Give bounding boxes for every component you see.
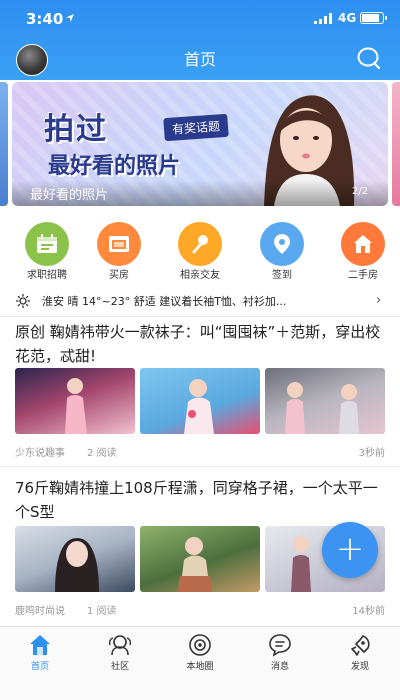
banner-subheading: 最好看的照片 xyxy=(48,154,181,179)
page-title: 首页 xyxy=(183,50,216,69)
category-label: 签到 xyxy=(272,270,292,281)
article-thumbnail xyxy=(15,526,135,592)
category-label: 求职招聘 xyxy=(27,270,67,281)
weather-bar[interactable]: 淮安 晴 14°~23° 舒适 建议着长袖T恤、衬衫加... › xyxy=(0,290,400,312)
tab-discover[interactable]: 发现 xyxy=(320,631,400,672)
banner-carousel[interactable]: 拍过 有奖话题 最好看的照片 最好看的照片 2/2 xyxy=(12,82,388,206)
banner-index: 2/2 xyxy=(352,186,369,197)
article-reads: 1 阅读 xyxy=(87,606,117,617)
category-label: 买房 xyxy=(109,270,129,281)
article-thumbnail xyxy=(15,368,135,434)
discover-icon xyxy=(351,635,370,656)
microphone-icon xyxy=(178,222,222,266)
tab-label: 首页 xyxy=(30,662,49,672)
tab-messages[interactable]: 消息 xyxy=(240,631,320,672)
article-reads: 2 阅读 xyxy=(87,448,117,459)
weather-text: 淮安 晴 14°~23° 舒适 建议着长袖T恤、衬衫加... xyxy=(42,295,287,308)
article-title[interactable]: 76斤鞠婧祎撞上108斤程潇，同穿格子裙，一个太平一个S型 xyxy=(15,476,385,524)
location-pin-icon xyxy=(260,222,304,266)
divider xyxy=(0,316,400,317)
calendar-icon xyxy=(25,222,69,266)
app-screen: 3:40 4G 首页 拍过 有奖话题 最好看的照片 最好看的照片 2/2 求职招… xyxy=(0,0,400,700)
category-buy-house[interactable]: 买房 xyxy=(84,222,154,282)
category-job[interactable]: 求职招聘 xyxy=(12,222,82,282)
chat-bubble-icon[interactable] xyxy=(356,46,382,70)
article-thumbnail xyxy=(140,526,260,592)
divider xyxy=(0,466,400,467)
category-grid: 求职招聘 买房 相亲交友 签到 二手房 xyxy=(0,222,400,282)
article-thumbnails[interactable] xyxy=(15,368,385,434)
house-icon xyxy=(341,222,385,266)
home-icon xyxy=(30,635,50,655)
signal-icon xyxy=(314,13,332,24)
banner-caption: 最好看的照片 xyxy=(30,188,109,203)
tab-label: 本地圈 xyxy=(186,662,214,672)
banner-heading: 拍过 xyxy=(44,112,108,147)
tab-label: 发现 xyxy=(350,662,369,672)
article-source: 少东说趣事 xyxy=(15,448,65,459)
bottom-tab-bar: 首页 社区 本地圈 消息 发现 xyxy=(0,626,400,700)
banner-prev-peek[interactable] xyxy=(0,82,8,206)
status-time: 3:40 xyxy=(26,10,64,28)
category-checkin[interactable]: 签到 xyxy=(247,222,317,282)
tab-home[interactable]: 首页 xyxy=(0,631,80,672)
tab-local-circle[interactable]: 本地圈 xyxy=(160,631,240,672)
battery-icon xyxy=(360,12,387,24)
sun-icon xyxy=(16,294,30,308)
category-dating[interactable]: 相亲交友 xyxy=(165,222,235,282)
location-arrow-icon xyxy=(66,14,74,22)
category-second-hand-house[interactable]: 二手房 xyxy=(328,222,398,282)
article-time: 3秒前 xyxy=(358,448,385,459)
local-circle-icon xyxy=(189,634,211,656)
house-sign-icon xyxy=(97,222,141,266)
chevron-right-icon: › xyxy=(376,293,382,308)
article-thumbnail xyxy=(140,368,260,434)
add-post-button[interactable]: + xyxy=(322,522,378,578)
category-label: 相亲交友 xyxy=(180,270,220,281)
header: 3:40 4G 首页 xyxy=(0,0,400,80)
tab-community[interactable]: 社区 xyxy=(80,631,160,672)
banner-next-peek[interactable] xyxy=(392,82,400,206)
status-bar: 3:40 4G xyxy=(0,0,400,36)
message-icon xyxy=(269,634,291,657)
network-label: 4G xyxy=(338,11,357,25)
article-source: 鹿鸣时尚说 xyxy=(15,606,65,617)
tab-label: 社区 xyxy=(110,662,129,672)
article-thumbnail xyxy=(265,368,385,434)
category-label: 二手房 xyxy=(348,270,378,281)
article-title[interactable]: 原创 鞠婧祎带火一款袜子：叫“囤囤袜”＋范斯，穿出校花范，忒甜! xyxy=(15,320,385,368)
article-time: 14秒前 xyxy=(352,606,385,617)
banner-tag: 有奖话题 xyxy=(163,113,229,142)
community-icon xyxy=(108,635,132,656)
tab-label: 消息 xyxy=(270,662,289,672)
